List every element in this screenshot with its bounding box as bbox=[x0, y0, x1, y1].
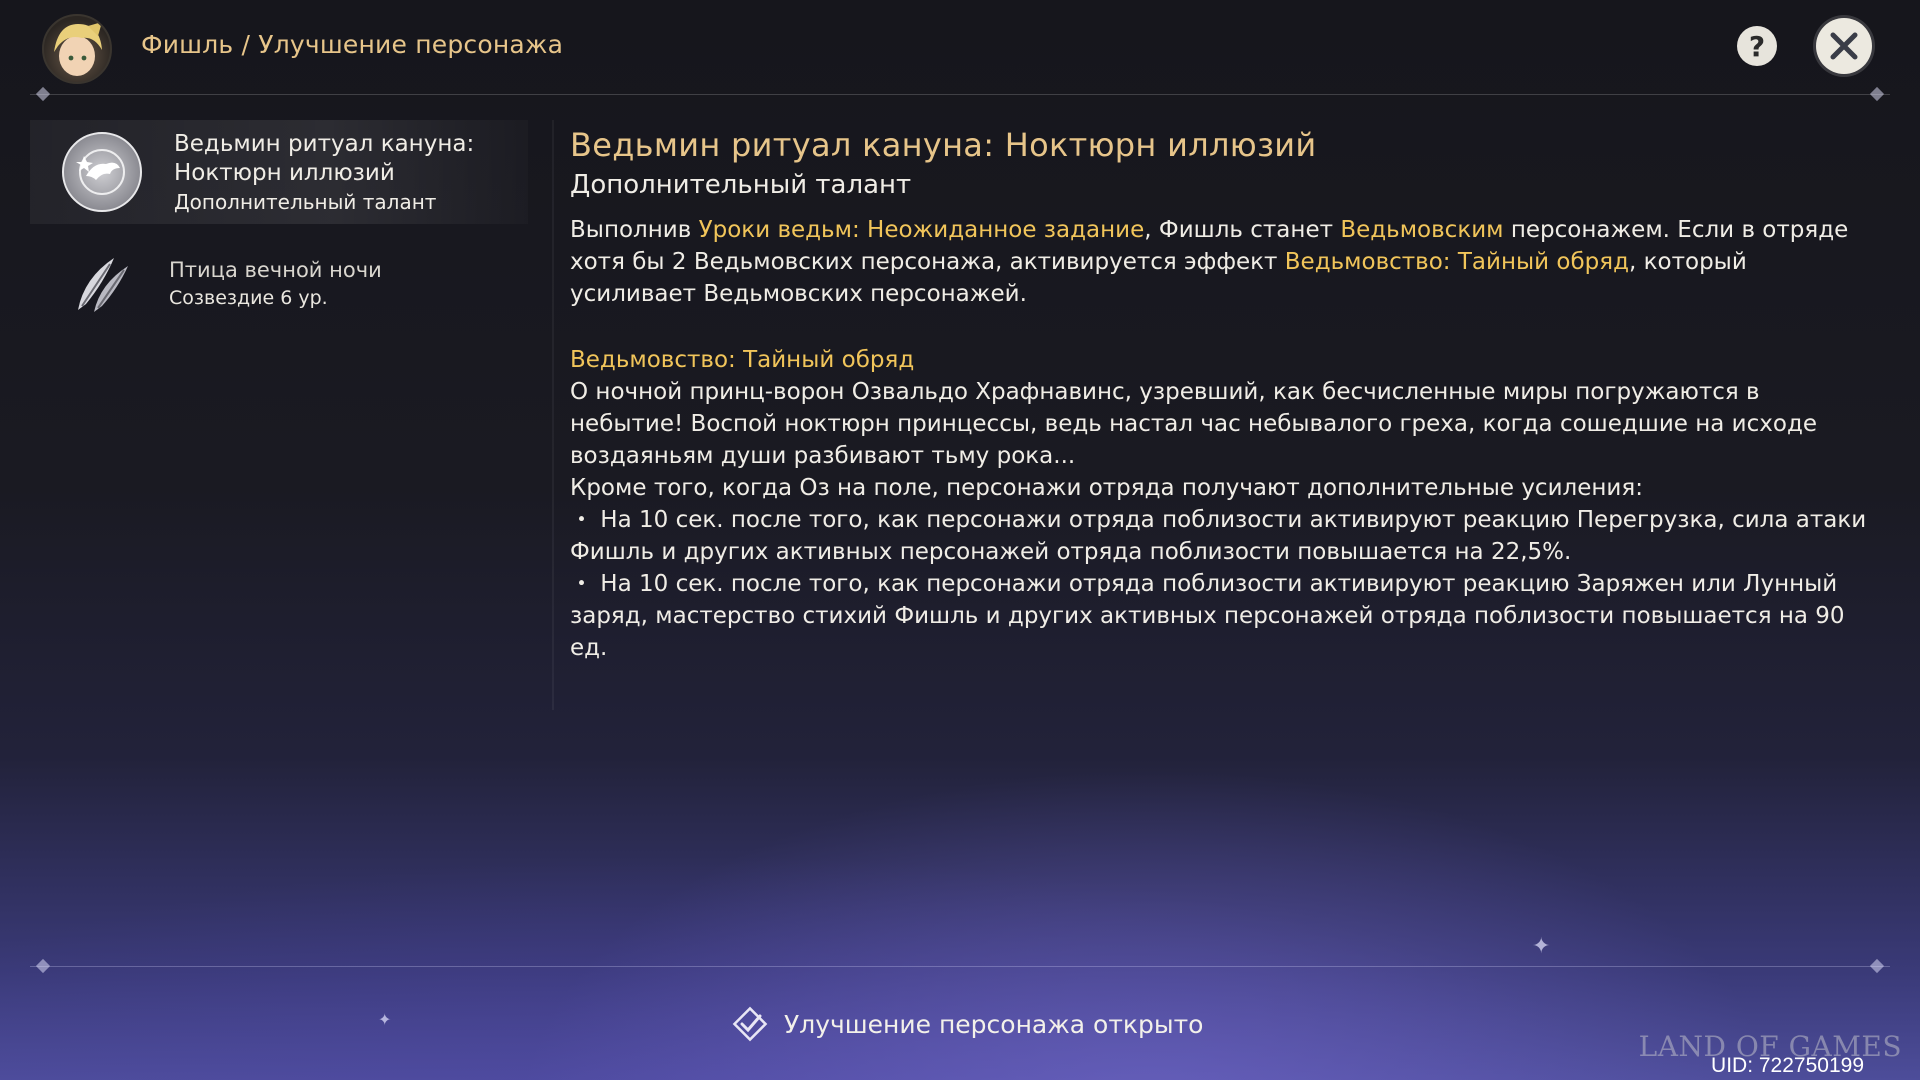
description-text: Выполнив bbox=[570, 217, 699, 243]
section-title: Ведьмовство: Тайный обряд bbox=[570, 347, 915, 373]
detail-title: Ведьмин ритуал кануна: Ноктюрн иллюзий bbox=[570, 126, 1317, 164]
divider-ornament bbox=[1869, 958, 1885, 974]
unlock-status: Улучшение персонажа открыто bbox=[730, 1004, 1203, 1044]
talent-list: Ведьмин ритуал кануна: Ноктюрн иллюзий Д… bbox=[30, 120, 530, 334]
highlight-keyword: Уроки ведьм: Неожиданное задание bbox=[698, 217, 1145, 243]
uid-label: UID: 722750199 bbox=[1711, 1054, 1864, 1077]
detail-description: Выполнив Уроки ведьм: Неожиданное задани… bbox=[570, 214, 1870, 310]
sparkle-icon: ✦ bbox=[378, 1010, 392, 1029]
close-button[interactable] bbox=[1816, 18, 1872, 74]
feathers-icon bbox=[62, 246, 138, 322]
question-icon: ? bbox=[1748, 29, 1766, 63]
bullet-item: ・ На 10 сек. после того, как персонажи о… bbox=[570, 507, 1867, 565]
avatar-portrait-icon bbox=[54, 22, 102, 76]
bullet-item: ・ На 10 сек. после того, как персонажи о… bbox=[570, 571, 1845, 661]
extra-text: Кроме того, когда Оз на поле, персонажи … bbox=[570, 475, 1643, 501]
talent-item-constellation[interactable]: Птица вечной ночи Созвездие 6 ур. bbox=[30, 234, 530, 334]
status-text: Улучшение персонажа открыто bbox=[784, 1009, 1204, 1039]
header-divider bbox=[30, 94, 1890, 95]
detail-subtitle: Дополнительный талант bbox=[570, 170, 912, 200]
help-button[interactable]: ? bbox=[1737, 26, 1777, 66]
talent-subtitle: Созвездие 6 ур. bbox=[169, 287, 328, 309]
talent-item-nocturne[interactable]: Ведьмин ритуал кануна: Ноктюрн иллюзий Д… bbox=[30, 120, 528, 224]
talent-title-line1: Ведьмин ритуал кануна: bbox=[174, 131, 475, 157]
check-diamond-icon bbox=[732, 1006, 768, 1042]
breadcrumb: Фишль / Улучшение персонажа bbox=[141, 30, 564, 59]
talent-subtitle: Дополнительный талант bbox=[174, 190, 437, 214]
character-avatar bbox=[42, 14, 112, 84]
top-bar: Фишль / Улучшение персонажа ? bbox=[0, 0, 1920, 94]
crow-emblem-icon bbox=[62, 132, 142, 212]
sidebar-divider bbox=[552, 120, 554, 710]
footer-divider bbox=[30, 966, 1890, 967]
sparkle-icon: ✦ bbox=[1532, 934, 1551, 959]
description-text: , Фишль станет bbox=[1144, 217, 1341, 243]
lore-text: О ночной принц-ворон Озвальдо Храфнавинс… bbox=[570, 379, 1818, 469]
highlight-keyword: Ведьмовство: Тайный обряд bbox=[1284, 249, 1630, 275]
talent-title: Птица вечной ночи bbox=[169, 258, 382, 282]
divider-ornament bbox=[35, 958, 51, 974]
talent-detail: Ведьмин ритуал кануна: Ноктюрн иллюзий Д… bbox=[570, 126, 1870, 664]
highlight-keyword: Ведьмовским bbox=[1340, 217, 1504, 243]
close-icon bbox=[1830, 32, 1858, 60]
talent-title-line2: Ноктюрн иллюзий bbox=[174, 160, 395, 186]
